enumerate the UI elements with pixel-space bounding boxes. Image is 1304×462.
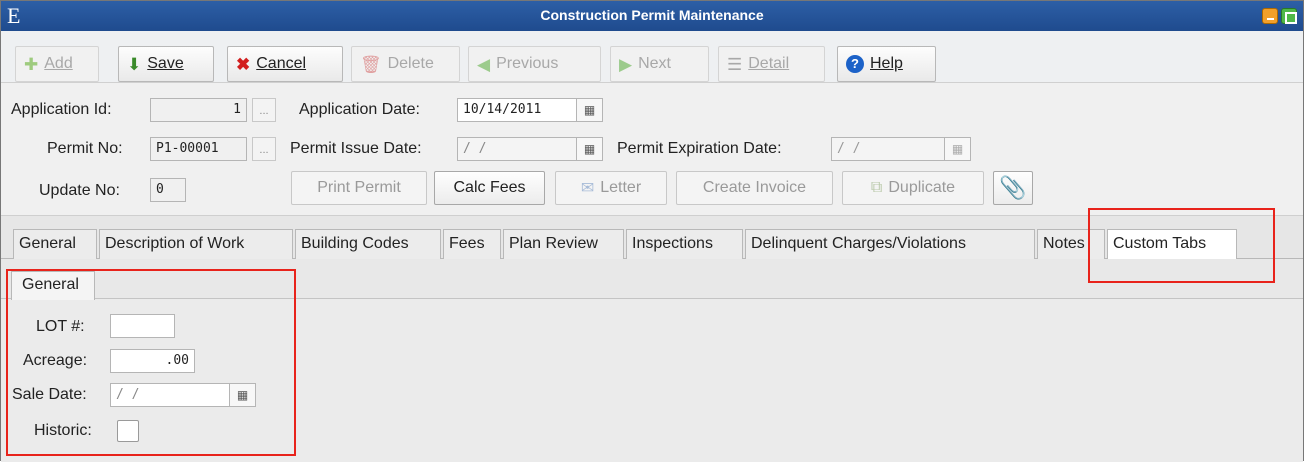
tab-plan-review[interactable]: Plan Review xyxy=(503,229,624,260)
next-icon: ▶ xyxy=(619,54,633,74)
permit-no-lookup-button[interactable]: ... xyxy=(252,137,276,161)
paperclip-icon: 📎 xyxy=(999,175,1027,200)
permit-issue-date-calendar-button[interactable]: ▦ xyxy=(577,137,603,161)
attachment-button[interactable]: 📎 xyxy=(993,171,1033,205)
cancel-button[interactable]: ✖ Cancel xyxy=(227,46,343,82)
permit-expiration-date-label: Permit Expiration Date: xyxy=(617,140,782,157)
tab-general[interactable]: General xyxy=(13,229,97,260)
application-date-label: Application Date: xyxy=(299,101,420,118)
previous-button[interactable]: ◀ Previous xyxy=(468,46,601,82)
add-button[interactable]: ✚ Add xyxy=(15,46,99,82)
minimize-button[interactable] xyxy=(1262,8,1278,24)
previous-icon: ◀ xyxy=(477,54,491,74)
help-icon: ? xyxy=(846,55,864,73)
permit-window: E Construction Permit Maintenance ✚ Add ⬇… xyxy=(0,0,1304,462)
application-date-field[interactable]: 10/14/2011 xyxy=(457,98,577,122)
maximize-button[interactable] xyxy=(1281,8,1297,24)
update-no-field: 0 xyxy=(150,178,186,202)
print-permit-button[interactable]: Print Permit xyxy=(291,171,427,205)
toolbar: ✚ Add ⬇ Save ✖ Cancel 🗑 Delete ◀ Previous ▶ Ne… xyxy=(1,31,1303,83)
delete-button[interactable]: 🗑 Delete xyxy=(351,46,460,82)
add-icon: ✚ xyxy=(24,54,39,74)
calendar-icon: ▦ xyxy=(583,142,596,156)
tab-delinquent-charges-violations[interactable]: Delinquent Charges/Violations xyxy=(745,229,1035,260)
tab-description-of-work[interactable]: Description of Work xyxy=(99,229,293,260)
window-title: Construction Permit Maintenance xyxy=(540,7,764,23)
calendar-icon: ▦ xyxy=(951,142,964,156)
application-id-field: 1 xyxy=(150,98,247,122)
save-icon: ⬇ xyxy=(127,54,142,74)
next-button[interactable]: ▶ Next xyxy=(610,46,709,82)
application-id-label: Application Id: xyxy=(11,101,112,118)
permit-no-field: P1-00001 xyxy=(150,137,247,161)
permit-issue-date-field[interactable]: / / xyxy=(457,137,577,161)
envelope-icon: ✉ xyxy=(580,180,595,197)
title-bar: E Construction Permit Maintenance xyxy=(1,1,1303,31)
application-date-calendar-button[interactable]: ▦ xyxy=(577,98,603,122)
permit-no-label: Permit No: xyxy=(47,140,123,157)
detail-button[interactable]: ☰ Detail xyxy=(718,46,825,82)
permit-expiration-date-field: / / xyxy=(831,137,945,161)
permit-issue-date-label: Permit Issue Date: xyxy=(290,140,422,157)
cancel-icon: ✖ xyxy=(236,54,251,74)
save-button[interactable]: ⬇ Save xyxy=(118,46,214,82)
calc-fees-button[interactable]: Calc Fees xyxy=(434,171,545,205)
letter-button[interactable]: ✉ Letter xyxy=(555,171,667,205)
permit-expiration-date-calendar-button: ▦ xyxy=(945,137,971,161)
update-no-label: Update No: xyxy=(39,182,120,199)
tab-building-codes[interactable]: Building Codes xyxy=(295,229,441,260)
detail-icon: ☰ xyxy=(727,54,743,74)
custom-tabs-highlight xyxy=(1088,208,1275,283)
create-invoice-button[interactable]: Create Invoice xyxy=(676,171,833,205)
custom-fields-highlight xyxy=(6,269,296,456)
duplicate-icon: ⧉ xyxy=(870,179,883,196)
delete-icon: 🗑 xyxy=(360,54,382,74)
tab-inspections[interactable]: Inspections xyxy=(626,229,743,260)
help-button[interactable]: ? Help xyxy=(837,46,936,82)
tab-fees[interactable]: Fees xyxy=(443,229,501,260)
application-id-lookup-button[interactable]: ... xyxy=(252,98,276,122)
duplicate-button[interactable]: ⧉ Duplicate xyxy=(842,171,984,205)
calendar-icon: ▦ xyxy=(583,103,596,117)
